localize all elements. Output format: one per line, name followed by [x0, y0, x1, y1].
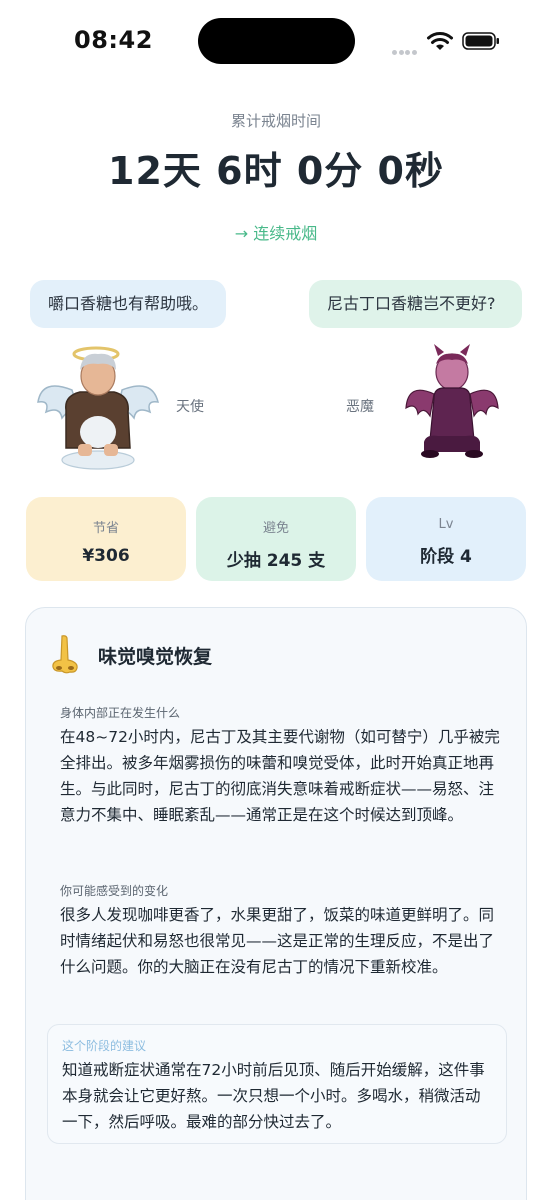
- quit-timer: 12天 6时 0分 0秒: [108, 149, 444, 193]
- wifi-icon: [427, 32, 453, 50]
- stat-value: ¥306: [82, 546, 130, 566]
- devil-speech-bubble: 尼古丁口香糖岂不更好?: [309, 280, 522, 328]
- angel-label: 天使: [176, 399, 204, 415]
- stat-card-level[interactable]: Lv 阶段 4: [366, 497, 526, 581]
- battery-icon: [462, 32, 499, 50]
- dynamic-island: [198, 18, 355, 64]
- app-screen: 08:42 累计戒烟时间 12天 6时 0分 0秒 → 连续戒烟 嚼口香糖也有帮…: [0, 0, 552, 1200]
- nose-icon: [52, 635, 78, 674]
- section-label-inside-body: 身体内部正在发生什么: [60, 706, 181, 720]
- stat-label: Lv: [438, 517, 454, 532]
- devil-character-icon[interactable]: [404, 344, 500, 460]
- advice-text: 知道戒断症状通常在72小时前后见顶、随后开始缓解，这件事本身就会让它更好熬。一次…: [62, 1061, 485, 1131]
- timer-subtitle: 累计戒烟时间: [230, 112, 321, 130]
- section-label-changes: 你可能感受到的变化: [60, 884, 169, 898]
- stat-value: 少抽 245 支: [226, 551, 326, 571]
- angel-speech-bubble: 嚼口香糖也有帮助哦。: [30, 280, 226, 328]
- stat-label: 避免: [262, 521, 289, 536]
- angel-character-icon[interactable]: [36, 340, 160, 472]
- stat-value: 阶段 4: [420, 547, 472, 567]
- status-time: 08:42: [74, 26, 153, 54]
- section-text-inside-body: 在48~72小时内，尼古丁及其主要代谢物（如可替宁）几乎被完全排出。被多年烟雾损…: [60, 728, 500, 824]
- advice-box: 这个阶段的建议 知道戒断症状通常在72小时前后见顶、随后开始缓解，这件事本身就会…: [47, 1024, 507, 1144]
- stat-card-saved-money[interactable]: 节省 ¥306: [26, 497, 186, 581]
- card-title: 味觉嗅觉恢复: [98, 646, 213, 668]
- section-text-changes: 很多人发现咖啡更香了，水果更甜了，饭菜的味道更鲜明了。同时情绪起伏和易怒也很常见…: [60, 906, 495, 976]
- stat-label: 节省: [92, 521, 119, 536]
- recovery-stage-card: 味觉嗅觉恢复 身体内部正在发生什么 在48~72小时内，尼古丁及其主要代谢物（如…: [25, 607, 527, 1200]
- continue-quit-link[interactable]: → 连续戒烟: [0, 220, 552, 244]
- devil-label: 恶魔: [346, 399, 374, 415]
- cellular-signal-icon: [392, 40, 418, 55]
- advice-label: 这个阶段的建议: [62, 1039, 147, 1053]
- stat-card-avoided-cigarettes[interactable]: 避免 少抽 245 支: [196, 497, 356, 581]
- status-bar: 08:42: [0, 0, 552, 80]
